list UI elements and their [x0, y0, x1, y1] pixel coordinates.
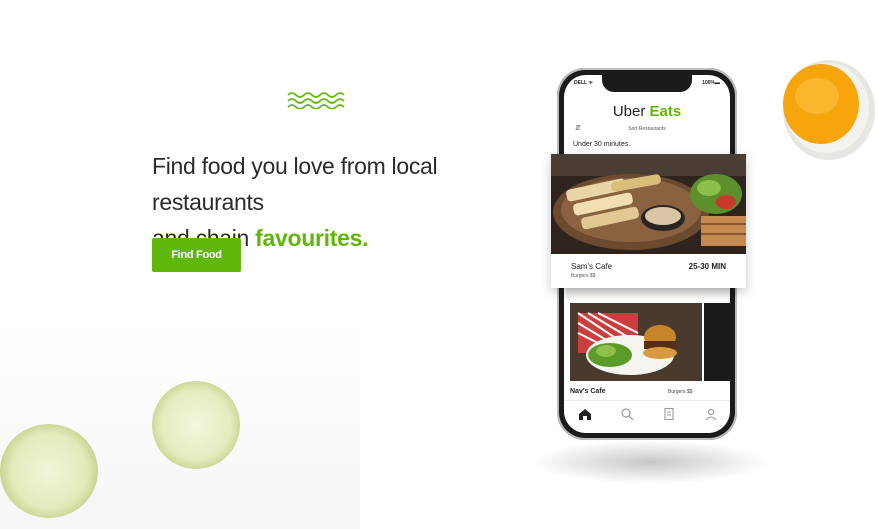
bottom-tab-bar [564, 400, 730, 433]
card-shadow [566, 288, 736, 300]
status-battery: 100%▬ [702, 80, 720, 86]
app-logo: Uber Eats [564, 103, 730, 120]
logo-uber: Uber [612, 103, 650, 120]
status-carrier: DELL ᯤ [574, 80, 593, 86]
restaurant-name[interactable]: Sam's Cafe [571, 262, 612, 271]
next-card-edge [704, 303, 730, 381]
headline-line-1: Find food you love from local restaurant… [152, 153, 438, 215]
restaurant-category: Burgers $$ [571, 273, 596, 279]
squiggle-decoration [287, 92, 345, 109]
search-icon[interactable] [620, 407, 634, 421]
headline-accent: favourites. [255, 225, 369, 251]
restaurant-name[interactable]: Nav's Cafe [570, 388, 606, 395]
phone-shadow [530, 440, 770, 484]
phone-notch [602, 75, 692, 92]
home-icon[interactable] [578, 407, 592, 421]
burger-food-image[interactable] [570, 303, 702, 381]
featured-restaurant-card[interactable]: Sam's Cafe Burgers $$ 25-30 MIN [551, 154, 746, 288]
restaurant-category: Burgers $$ [668, 389, 693, 395]
profile-icon[interactable] [704, 407, 718, 421]
egg-yolk-image [783, 60, 875, 160]
grilled-food-image [551, 154, 746, 254]
cucumber-slice-image [0, 424, 98, 518]
sort-restaurants-label[interactable]: Sort Restaurants [564, 126, 730, 132]
find-food-button[interactable]: Find Food [152, 238, 241, 272]
section-title: Under 30 minutes. [573, 141, 631, 148]
cucumber-slice-image [152, 381, 240, 469]
orders-icon[interactable] [662, 407, 676, 421]
delivery-time: 25-30 MIN [688, 262, 726, 271]
logo-eats: Eats [649, 103, 682, 120]
